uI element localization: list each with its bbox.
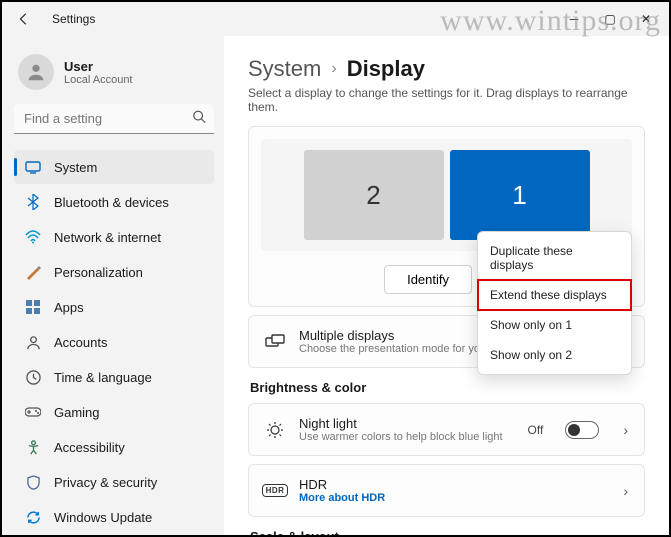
user-block[interactable]: User Local Account <box>14 46 214 104</box>
night-light-value: Off <box>528 423 544 437</box>
nav-item-personalization[interactable]: Personalization <box>14 255 214 289</box>
shield-icon <box>24 473 42 491</box>
nav-item-privacy[interactable]: Privacy & security <box>14 465 214 499</box>
nav-item-bluetooth[interactable]: Bluetooth & devices <box>14 185 214 219</box>
dropdown-extend[interactable]: Extend these displays <box>478 280 631 310</box>
back-button[interactable] <box>10 5 38 33</box>
chevron-right-icon: › <box>331 60 336 78</box>
gaming-icon <box>24 403 42 421</box>
personalization-icon <box>24 263 42 281</box>
nav-list: System Bluetooth & devices Network & int… <box>14 150 214 534</box>
window-title: Settings <box>52 12 95 26</box>
chevron-right-icon: › <box>623 483 628 499</box>
minimize-button[interactable]: ─ <box>565 12 583 26</box>
nav-label: Personalization <box>54 265 143 280</box>
hdr-icon: HDR <box>265 481 285 501</box>
chevron-right-icon: › <box>623 422 628 438</box>
nav-item-time-language[interactable]: Time & language <box>14 360 214 394</box>
display-monitor-2[interactable]: 2 <box>304 150 444 240</box>
titlebar: Settings ─ ▢ ✕ <box>2 2 669 36</box>
content-area: System › Display Select a display to cha… <box>224 36 669 535</box>
nav-label: Gaming <box>54 405 100 420</box>
nav-label: Bluetooth & devices <box>54 195 169 210</box>
accessibility-icon <box>24 438 42 456</box>
identify-button[interactable]: Identify <box>384 265 472 294</box>
search-icon <box>192 110 206 129</box>
search-input[interactable] <box>14 104 214 134</box>
multiple-displays-icon <box>265 332 285 352</box>
close-button[interactable]: ✕ <box>637 12 655 26</box>
hdr-more-link[interactable]: More about HDR <box>299 492 609 504</box>
night-light-toggle[interactable] <box>565 421 599 439</box>
row-title: Night light <box>299 416 514 431</box>
maximize-button[interactable]: ▢ <box>601 12 619 26</box>
apps-icon <box>24 298 42 316</box>
nav-item-system[interactable]: System <box>14 150 214 184</box>
display-monitor-1[interactable]: 1 <box>450 150 590 240</box>
night-light-row[interactable]: Night light Use warmer colors to help bl… <box>248 403 645 456</box>
nav-label: Time & language <box>54 370 152 385</box>
hdr-row[interactable]: HDR HDR More about HDR › <box>248 464 645 517</box>
breadcrumb-current: Display <box>347 56 425 82</box>
accounts-icon <box>24 333 42 351</box>
nav-item-gaming[interactable]: Gaming <box>14 395 214 429</box>
nav-item-apps[interactable]: Apps <box>14 290 214 324</box>
avatar <box>18 54 54 90</box>
nav-label: Privacy & security <box>54 475 157 490</box>
nav-label: Network & internet <box>54 230 161 245</box>
display-arrangement-card: 2 1 Identify Duplicate these displays Ex… <box>248 126 645 307</box>
section-scale-layout: Scale & layout <box>250 529 645 535</box>
section-brightness-color: Brightness & color <box>250 380 645 395</box>
breadcrumb: System › Display <box>248 56 645 82</box>
nav-label: Apps <box>54 300 84 315</box>
bluetooth-icon <box>24 193 42 211</box>
nav-item-network[interactable]: Network & internet <box>14 220 214 254</box>
dropdown-only-2[interactable]: Show only on 2 <box>478 340 631 370</box>
nav-label: Accounts <box>54 335 107 350</box>
sidebar: User Local Account System Bluetooth & de… <box>2 36 224 535</box>
row-subtitle: Use warmer colors to help block blue lig… <box>299 431 514 443</box>
network-icon <box>24 228 42 246</box>
system-icon <box>24 158 42 176</box>
clock-icon <box>24 368 42 386</box>
dropdown-duplicate[interactable]: Duplicate these displays <box>478 236 631 280</box>
nav-label: Windows Update <box>54 510 152 525</box>
display-mode-dropdown: Duplicate these displays Extend these di… <box>477 231 632 375</box>
user-subtitle: Local Account <box>64 74 133 86</box>
dropdown-only-1[interactable]: Show only on 1 <box>478 310 631 340</box>
nav-item-accounts[interactable]: Accounts <box>14 325 214 359</box>
update-icon <box>24 508 42 526</box>
nav-label: Accessibility <box>54 440 125 455</box>
nav-item-accessibility[interactable]: Accessibility <box>14 430 214 464</box>
user-name: User <box>64 59 133 74</box>
breadcrumb-parent[interactable]: System <box>248 56 321 82</box>
nav-item-windows-update[interactable]: Windows Update <box>14 500 214 534</box>
night-light-icon <box>265 420 285 440</box>
nav-label: System <box>54 160 97 175</box>
page-subtitle: Select a display to change the settings … <box>248 86 645 114</box>
row-title: HDR <box>299 477 609 492</box>
